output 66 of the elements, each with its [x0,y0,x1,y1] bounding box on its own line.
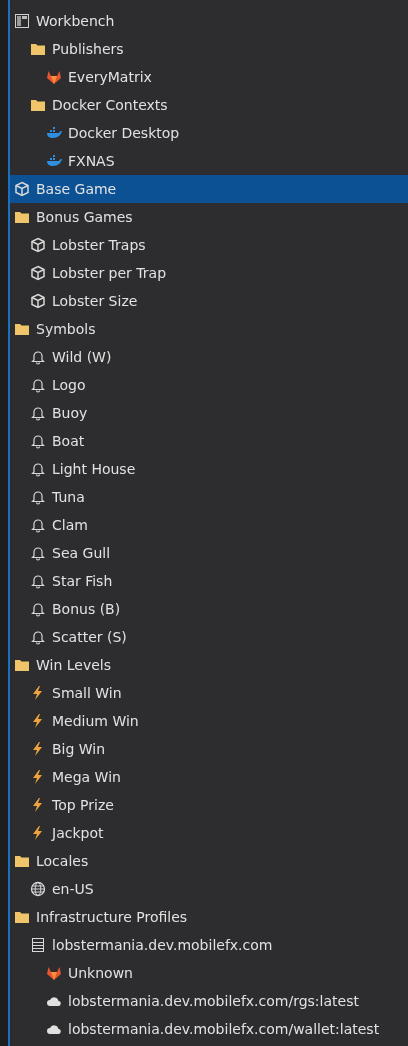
folder-icon [14,657,30,673]
bell-icon [30,517,46,533]
globe-icon [30,881,46,897]
folder-icon [30,97,46,113]
bell-icon [30,377,46,393]
tree-item[interactable]: Jackpot [10,819,408,847]
tree-item[interactable]: Buoy [10,399,408,427]
tree-item[interactable]: Docker Contexts [10,91,408,119]
tree-item[interactable]: Star Fish [10,567,408,595]
tree-item[interactable]: Tuna [10,483,408,511]
fox-icon [46,69,62,85]
tree-item[interactable]: Logo [10,371,408,399]
bell-icon [30,629,46,645]
tree-item[interactable]: Sea Gull [10,539,408,567]
tree-item[interactable]: Locales [10,847,408,875]
bell-icon [30,545,46,561]
tree-item[interactable]: Bonus (B) [10,595,408,623]
tree-item[interactable]: Mega Win [10,763,408,791]
folder-icon [30,41,46,57]
tree-item[interactable]: Base Game [10,175,408,203]
bell-icon [30,601,46,617]
tree-item[interactable]: Top Prize [10,791,408,819]
tree-item[interactable]: Boat [10,427,408,455]
tree-item[interactable]: Infrastructure Profiles [10,903,408,931]
tree-item[interactable]: Lobster Traps [10,231,408,259]
tree-item[interactable]: EveryMatrix [10,63,408,91]
tree-item[interactable]: Publishers [10,35,408,63]
tree-item[interactable]: Workbench [10,7,408,35]
folder-icon [14,321,30,337]
tree-item[interactable]: Unknown [10,959,408,987]
folder-icon [14,209,30,225]
tree-item[interactable]: Medium Win [10,707,408,735]
tree-item[interactable]: Scatter (S) [10,623,408,651]
bell-icon [30,433,46,449]
tree-item[interactable]: Bonus Games [10,203,408,231]
whale-icon [46,125,62,141]
tree-item[interactable]: Symbols [10,315,408,343]
tree-item[interactable]: lobstermania.dev.mobilefx.com/wallet:latest [10,1015,408,1043]
folder-icon [14,909,30,925]
tree-item[interactable]: Clam [10,511,408,539]
bell-icon [30,461,46,477]
tree-item[interactable]: Win Levels [10,651,408,679]
bell-icon [30,573,46,589]
cube-icon [14,181,30,197]
cube-icon [30,265,46,281]
bell-icon [30,489,46,505]
tree-item[interactable]: Big Win [10,735,408,763]
tree-item[interactable]: lobstermania.dev.mobilefx.com [10,931,408,959]
folder-icon [14,853,30,869]
tree-item[interactable]: en-US [10,875,408,903]
tree-item[interactable]: Lobster per Trap [10,259,408,287]
bell-icon [30,405,46,421]
tree-item[interactable]: Light House [10,455,408,483]
window-icon [14,13,30,29]
tree-item[interactable]: Wild (W) [10,343,408,371]
tree-item[interactable]: FXNAS [10,147,408,175]
cube-icon [30,293,46,309]
whale-icon [46,153,62,169]
tree-item[interactable]: Small Win [10,679,408,707]
bell-icon [30,349,46,365]
tree-item[interactable]: Docker Desktop [10,119,408,147]
fox-icon [46,965,62,981]
cube-icon [30,237,46,253]
tree-item[interactable]: Lobster Size [10,287,408,315]
tree-item[interactable]: lobstermania.dev.mobilefx.com/rgs:latest [10,987,408,1015]
server-icon [30,937,46,953]
